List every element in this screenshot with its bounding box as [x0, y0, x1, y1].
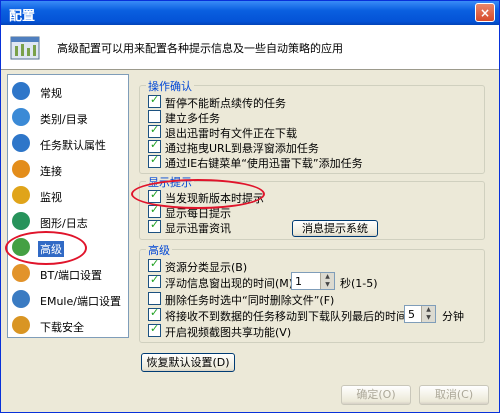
- bt-icon: [12, 264, 30, 282]
- checkbox[interactable]: [148, 188, 161, 203]
- down-arrow-icon[interactable]: ▼: [321, 281, 334, 289]
- security-icon: [12, 316, 30, 334]
- nav-label: EMule/端口设置: [40, 295, 121, 308]
- nav-item-advanced[interactable]: 高级: [12, 237, 124, 259]
- group-operation-confirm: 操作确认 暂停不能断点续传的任务 建立多任务 退出迅雷时有文件正在下载 通过拖曳…: [139, 78, 485, 174]
- checkbox-label: 通过IE右键菜单“使用迅雷下载”添加任务: [165, 157, 363, 170]
- checkbox[interactable]: [148, 203, 161, 218]
- nav-label: 常规: [40, 87, 62, 100]
- settings-panel-icon: [10, 36, 40, 60]
- nav-item-graph-log[interactable]: 图形/日志: [12, 211, 124, 233]
- connection-icon: [12, 160, 30, 178]
- nav-label: BT/端口设置: [40, 269, 102, 282]
- checkbox-label: 将接收不到数据的任务移动到下载队列最后的时间(I): [165, 310, 419, 323]
- nav-label: 连接: [40, 165, 62, 178]
- checkbox[interactable]: [148, 273, 161, 288]
- checkbox-label: 资源分类显示(B): [165, 261, 248, 274]
- checkbox[interactable]: [148, 93, 161, 108]
- nav-label: 下载安全: [40, 321, 84, 334]
- checkbox[interactable]: [148, 292, 161, 305]
- move-time-unit: 分钟: [442, 310, 464, 323]
- nav-label: 高级: [38, 241, 64, 257]
- nav-item-category[interactable]: 类别/目录: [12, 107, 124, 129]
- folder-icon: [12, 108, 30, 126]
- gear-icon: [12, 238, 30, 256]
- checkbox[interactable]: [148, 110, 161, 123]
- group-title: 高级: [146, 242, 172, 258]
- message-system-button[interactable]: 消息提示系统: [292, 220, 378, 237]
- checkbox[interactable]: [148, 322, 161, 337]
- checkbox-label: 开启视频截图共享功能(V): [165, 326, 292, 339]
- checkbox[interactable]: [148, 218, 161, 233]
- checkbox-label: 显示迅雷资讯: [165, 222, 231, 235]
- ok-button[interactable]: 确定(O): [341, 385, 411, 405]
- checkbox-label: 通过拖曳URL到悬浮窗添加任务: [165, 142, 319, 155]
- nav-label: 类别/目录: [40, 113, 88, 126]
- down-arrow-icon[interactable]: ▼: [422, 314, 435, 322]
- checkbox-label: 浮动信息窗出现的时间(M): [165, 277, 294, 290]
- nav-item-general[interactable]: 常规: [12, 81, 124, 103]
- group-show-tips: 显示提示 当发现新版本时提示 显示每日提示 显示迅雷资讯 消息提示系统: [139, 174, 485, 240]
- header-banner: 高级配置可以用来配置各种提示信息及一些自动策略的应用: [1, 25, 499, 70]
- nav-item-task-defaults[interactable]: 任务默认属性: [12, 133, 124, 155]
- stepper-value: 1: [295, 275, 302, 288]
- nav-label: 任务默认属性: [40, 139, 106, 152]
- banner-description: 高级配置可以用来配置各种提示信息及一些自动策略的应用: [57, 42, 343, 55]
- graph-icon: [12, 212, 30, 230]
- stepper-value: 5: [408, 308, 415, 321]
- stepper-buttons[interactable]: ▲ ▼: [320, 273, 334, 289]
- window-title: 配置: [9, 9, 36, 24]
- nav-label: 监视: [40, 191, 62, 204]
- float-time-unit: 秒(1-5): [340, 277, 378, 290]
- general-icon: [12, 82, 30, 100]
- restore-defaults-button[interactable]: 恢复默认设置(D): [141, 353, 235, 372]
- up-arrow-icon[interactable]: ▲: [321, 273, 334, 281]
- checkbox-label: 当发现新版本时提示: [165, 192, 264, 205]
- stepper-buttons[interactable]: ▲ ▼: [421, 306, 435, 322]
- nav-item-connection[interactable]: 连接: [12, 159, 124, 181]
- checkbox-label: 建立多任务: [165, 112, 220, 125]
- close-button[interactable]: ×: [475, 3, 495, 22]
- checkbox[interactable]: [148, 257, 161, 272]
- checkbox[interactable]: [148, 153, 161, 168]
- checkbox[interactable]: [148, 123, 161, 138]
- nav-item-emule-port[interactable]: EMule/端口设置: [12, 289, 124, 311]
- checkbox-label: 删除任务时选中“同时删除文件”(F): [165, 294, 335, 307]
- title-bar: 配置 ×: [1, 1, 499, 25]
- move-time-stepper[interactable]: 5 ▲ ▼: [404, 305, 436, 323]
- up-arrow-icon[interactable]: ▲: [422, 306, 435, 314]
- nav-item-monitor[interactable]: 监视: [12, 185, 124, 207]
- checkbox[interactable]: [148, 306, 161, 321]
- category-list: 常规 类别/目录 任务默认属性 连接 监视 图形/日志 高级 BT/端口设置 E…: [7, 74, 129, 338]
- group-advanced: 高级 资源分类显示(B) 浮动信息窗出现的时间(M) 1 ▲▼ 秒(1-5) 删…: [139, 242, 485, 343]
- group-title: 操作确认: [146, 78, 194, 94]
- checkbox-label: 暂停不能断点续传的任务: [165, 97, 286, 110]
- checkbox-label: 显示每日提示: [165, 207, 231, 220]
- task-icon: [12, 134, 30, 152]
- emule-icon: [12, 290, 30, 308]
- nav-item-bt-port[interactable]: BT/端口设置: [12, 263, 124, 285]
- nav-label: 图形/日志: [40, 217, 88, 230]
- cancel-button[interactable]: 取消(C): [419, 385, 489, 405]
- config-window: 配置 × 高级配置可以用来配置各种提示信息及一些自动策略的应用 常规 类别/目录…: [0, 0, 500, 413]
- float-time-stepper[interactable]: 1 ▲ ▼: [291, 272, 335, 290]
- monitor-icon: [12, 186, 30, 204]
- checkbox-label: 退出迅雷时有文件正在下载: [165, 127, 297, 140]
- nav-item-download-security[interactable]: 下载安全: [12, 315, 124, 337]
- checkbox[interactable]: [148, 138, 161, 153]
